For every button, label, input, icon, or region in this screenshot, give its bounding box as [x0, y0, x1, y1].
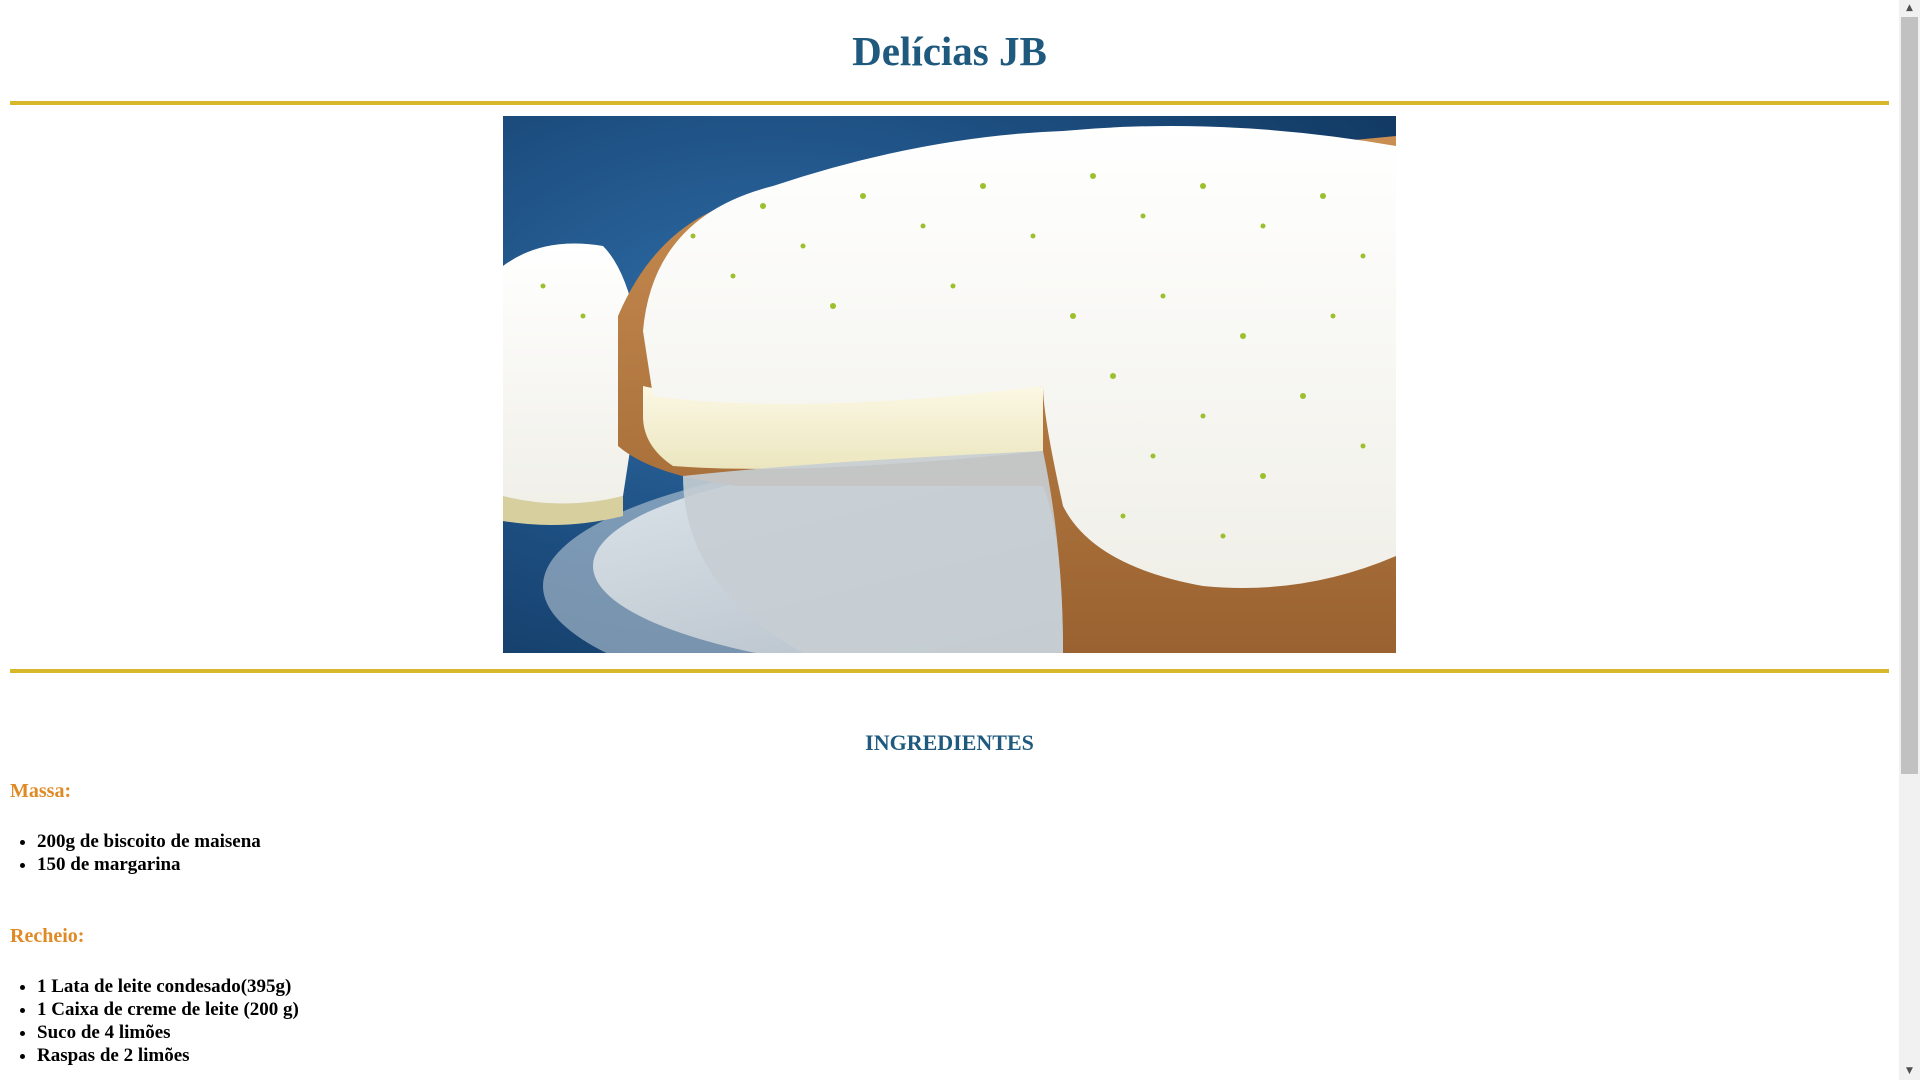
lemon-pie-photo	[503, 116, 1396, 653]
list-item: Suco de 4 limões	[37, 1021, 299, 1044]
list-item: 1 Caixa de creme de leite (200 g)	[37, 998, 299, 1021]
massa-heading: Massa:	[10, 780, 72, 802]
page: Delícias JB INGREDIENTES Massa: • 200g d…	[0, 0, 1899, 1080]
recheio-heading: Recheio:	[10, 925, 85, 947]
bottom-divider	[10, 669, 1889, 673]
hero-image	[503, 116, 1396, 653]
scroll-down-icon[interactable]: ▼	[1899, 1063, 1920, 1080]
vertical-scrollbar[interactable]: ▲ ▼	[1899, 0, 1920, 1080]
list-item: 150 de margarina	[37, 853, 261, 876]
list-item: Raspas de 2 limões	[37, 1044, 299, 1067]
scrollbar-thumb[interactable]	[1901, 17, 1918, 774]
site-title: Delícias JB	[852, 28, 1047, 74]
scroll-up-icon[interactable]: ▲	[1899, 0, 1920, 17]
recheio-list: 1 Lata de leite condesado(395g) 1 Caixa …	[10, 975, 299, 1067]
list-item: 1 Lata de leite condesado(395g)	[37, 975, 299, 998]
list-item: 200g de biscoito de maisena	[37, 830, 261, 853]
ingredients-heading: INGREDIENTES	[865, 730, 1034, 755]
massa-list: 200g de biscoito de maisena 150 de marga…	[10, 830, 261, 876]
top-divider	[10, 101, 1889, 105]
